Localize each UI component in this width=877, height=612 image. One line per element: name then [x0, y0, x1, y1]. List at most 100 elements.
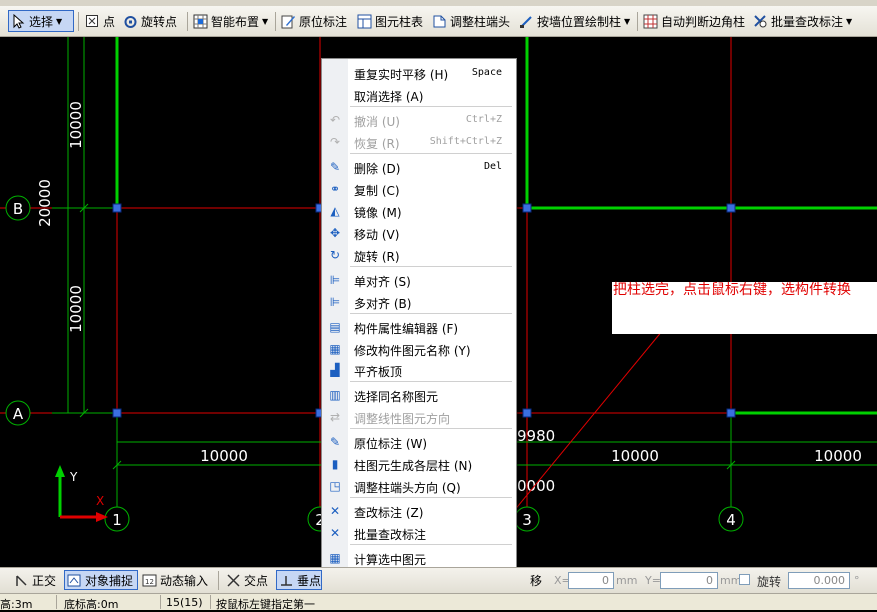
- column-marker[interactable]: [112, 408, 122, 418]
- ucs-x-label: X: [96, 494, 104, 508]
- menu-item-label: 旋转 (R): [354, 250, 400, 264]
- menu-item-shortcut: Ctrl+Z: [465, 114, 502, 125]
- axis-label-a: A: [13, 405, 24, 423]
- chevron-down-icon: ▼: [846, 16, 853, 26]
- adjust-column-end-button[interactable]: 调整柱端头: [430, 10, 514, 32]
- pan-icon: [327, 65, 343, 81]
- column-marker[interactable]: [522, 203, 532, 213]
- y-coord-label: Y=: [645, 574, 661, 587]
- column-marker[interactable]: [726, 408, 736, 418]
- menu-item[interactable]: ▥ 选择同名称图元: [322, 384, 516, 406]
- menu-item[interactable]: ◭ 镜像 (M): [322, 200, 516, 222]
- snap-more[interactable]: 移: [528, 570, 552, 590]
- menu-item[interactable]: ✎ 删除 (D) Del: [322, 156, 516, 178]
- point-icon: [85, 14, 100, 29]
- menu-item[interactable]: ↶ 撤消 (U) Ctrl+Z: [322, 109, 516, 131]
- auto-corner-button[interactable]: 自动判断边角柱: [641, 10, 747, 32]
- menu-separator: [350, 106, 512, 107]
- point-button[interactable]: 点: [83, 10, 119, 32]
- menu-item[interactable]: ✎ 原位标注 (W): [322, 431, 516, 453]
- select-button[interactable]: 选择 ▼: [8, 10, 74, 32]
- menu-item[interactable]: ⊫ 单对齐 (S): [322, 269, 516, 291]
- original-mark-button[interactable]: 原位标注: [279, 10, 351, 32]
- menu-item[interactable]: ⇄ 调整线性图元方向: [322, 406, 516, 428]
- status-divider: [160, 595, 161, 609]
- menu-item[interactable]: ▦ 计算选中图元: [322, 547, 516, 569]
- menu-item[interactable]: ✥ 移动 (V): [322, 222, 516, 244]
- menu-item-label: 恢复 (R): [354, 137, 400, 151]
- column-marker[interactable]: [112, 203, 122, 213]
- chevron-down-icon[interactable]: ▼: [56, 17, 62, 26]
- calc-icon: ▦: [329, 551, 341, 565]
- menu-item-label: 多对齐 (B): [354, 297, 412, 311]
- menu-item[interactable]: 重复实时平移 (H) Space: [322, 62, 516, 84]
- perpendicular-snap[interactable]: 垂点: [276, 570, 322, 590]
- menu-item[interactable]: ▮ 柱图元生成各层柱 (N): [322, 453, 516, 475]
- dim-text-left-bottom: 10000: [67, 285, 85, 333]
- grid-layout-icon: [193, 14, 208, 29]
- menu-separator: [350, 497, 512, 498]
- menu-item[interactable]: ⚭ 复制 (C): [322, 178, 516, 200]
- x-coord-input[interactable]: 0: [568, 572, 614, 589]
- menu-item-label: 重复实时平移 (H): [354, 68, 449, 82]
- status-divider: [210, 595, 211, 609]
- svg-text:12: 12: [145, 578, 154, 586]
- menu-item[interactable]: ⊫ 多对齐 (B): [322, 291, 516, 313]
- snap-more-icon: 移: [530, 573, 543, 588]
- menu-item-label: 删除 (D): [354, 162, 401, 176]
- menu-item[interactable]: ▤ 构件属性编辑器 (F): [322, 316, 516, 338]
- column-marker[interactable]: [522, 408, 532, 418]
- menu-item[interactable]: ▦ 修改构件图元名称 (Y): [322, 338, 516, 360]
- multi-align-icon: ⊫: [329, 295, 341, 309]
- in-place-mark-icon: ✎: [329, 435, 341, 449]
- menu-item[interactable]: ↷ 恢复 (R) Shift+Ctrl+Z: [322, 131, 516, 153]
- menu-separator: [350, 266, 512, 267]
- rotate-input[interactable]: 0.000: [788, 572, 850, 589]
- smart-layout-button[interactable]: 智能布置 ▼: [191, 10, 271, 32]
- batch-check-button[interactable]: 批量查改标注 ▼: [751, 10, 857, 32]
- menu-separator: [350, 544, 512, 545]
- draw-by-wall-button[interactable]: 按墙位置绘制柱 ▼: [517, 10, 635, 32]
- chevron-down-icon: ▼: [262, 16, 269, 26]
- ortho-toggle[interactable]: 正交: [12, 570, 62, 590]
- menu-item[interactable]: ✕ 批量查改标注: [322, 522, 516, 544]
- menu-item[interactable]: ↻ 旋转 (R): [322, 244, 516, 266]
- element-table-button[interactable]: 图元柱表: [355, 10, 427, 32]
- slab-top-icon: ▟: [330, 363, 340, 377]
- snap-divider: [218, 571, 219, 590]
- menu-separator: [350, 153, 512, 154]
- rotate-point-button[interactable]: 旋转点: [121, 10, 183, 32]
- menu-item-label: 移动 (V): [354, 228, 400, 242]
- axis-label-b: B: [13, 200, 23, 218]
- dim-text-left-total: 20000: [36, 179, 54, 227]
- menu-separator: [350, 428, 512, 429]
- column-layers-icon: ▮: [331, 457, 339, 471]
- menu-item[interactable]: 取消选择 (A): [322, 84, 516, 106]
- y-coord-input[interactable]: 0: [660, 572, 718, 589]
- object-snap-toggle[interactable]: 对象捕捉: [64, 570, 138, 590]
- menu-separator: [350, 381, 512, 382]
- rotate-checkbox[interactable]: [739, 574, 750, 585]
- dynamic-input-toggle[interactable]: 12 动态输入: [140, 570, 214, 590]
- point-label: 点: [103, 14, 116, 29]
- intersection-snap[interactable]: 交点: [224, 570, 274, 590]
- mirror-icon: ◭: [330, 204, 340, 218]
- menu-item-label: 撤消 (U): [354, 115, 400, 129]
- undo-icon: ↶: [329, 113, 341, 127]
- dim-text-partial-2: 0000: [517, 477, 555, 495]
- menu-item[interactable]: ▟ 平齐板顶: [322, 359, 516, 381]
- menu-item-label: 调整线性图元方向: [354, 412, 451, 426]
- menu-item[interactable]: ✕ 查改标注 (Z): [322, 500, 516, 522]
- column-marker[interactable]: [726, 203, 736, 213]
- status-bar: 高:3m 底标高:0m 15(15) 按鼠标左键指定第一: [0, 593, 877, 611]
- dim-text-left-top: 10000: [67, 101, 85, 149]
- toolbar-divider: [187, 12, 188, 31]
- copy-icon: ⚭: [329, 182, 341, 196]
- column-end-icon: [432, 14, 447, 29]
- toolbar-divider: [78, 12, 79, 31]
- original-mark-label: 原位标注: [299, 14, 348, 29]
- auto-corner-label: 自动判断边角柱: [661, 14, 746, 29]
- menu-item[interactable]: ◳ 调整柱端头方向 (Q): [322, 475, 516, 497]
- snap-label: 对象捕捉: [85, 573, 134, 588]
- batch-check-icon: [753, 14, 768, 29]
